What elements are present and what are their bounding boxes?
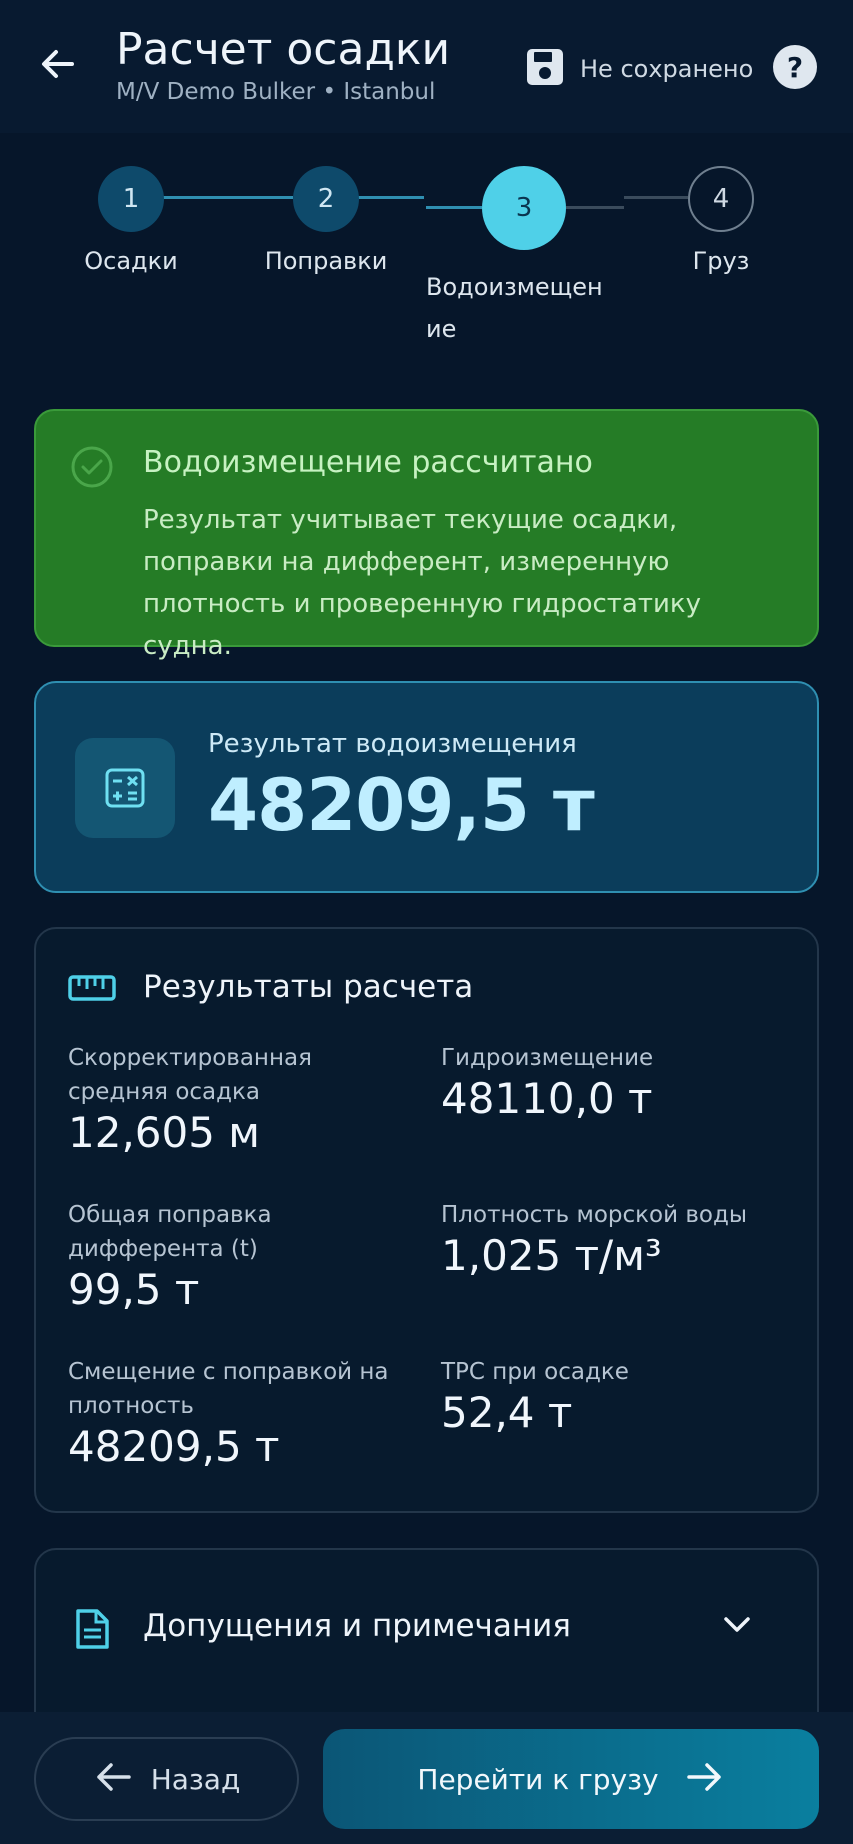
metric-label: TPC при осадке	[441, 1359, 629, 1385]
back-button-label: Назад	[150, 1762, 241, 1796]
back-button[interactable]: Назад	[34, 1737, 299, 1821]
displacement-result-card: Результат водоизмещения 48209,5 т	[34, 681, 819, 893]
step-connector	[566, 206, 624, 209]
metric-tpc: TPC при осадке 52,4 т	[441, 1355, 781, 1437]
metric-value: 99,5 т	[68, 1265, 200, 1314]
metric-label: Гидроизмещение	[441, 1045, 654, 1071]
step-connector	[426, 206, 482, 209]
step-2-circle[interactable]: 2	[293, 166, 359, 232]
metric-value: 48209,5 т	[68, 1422, 280, 1471]
calc-title: Результаты расчета	[143, 969, 474, 1005]
ruler-icon	[68, 973, 116, 1007]
step-connector	[163, 196, 293, 199]
app-header: Расчет осадки M/V Demo Bulker • Istanbul…	[0, 0, 853, 133]
step-3-label: Водоизмещен ие	[426, 273, 603, 343]
step-connector	[624, 196, 688, 199]
bottom-action-bar: Назад Перейти к грузу	[0, 1712, 853, 1844]
floppy-disk-icon	[524, 46, 566, 92]
metric-hydro-displacement: Гидроизмещение 48110,0 т	[441, 1041, 781, 1123]
back-icon[interactable]	[34, 40, 82, 88]
metric-label: Общая поправка дифферента (t)	[68, 1202, 272, 1262]
banner-text: Результат учитывает текущие осадки, попр…	[143, 505, 701, 661]
metric-value: 1,025 т/м³	[441, 1231, 662, 1280]
step-4-label: Груз	[692, 247, 750, 275]
step-4-circle[interactable]: 4	[688, 166, 754, 232]
metric-corrected-mean-draft: Скорректированная средняя осадка 12,605 …	[68, 1041, 408, 1157]
page-subtitle: M/V Demo Bulker • Istanbul	[116, 79, 436, 105]
check-circle-icon	[70, 445, 114, 493]
notes-title: Допущения и примечания	[143, 1608, 571, 1644]
next-cargo-button[interactable]: Перейти к грузу	[323, 1729, 819, 1829]
metric-value: 12,605 м	[68, 1108, 260, 1157]
metric-value: 48110,0 т	[441, 1074, 653, 1123]
arrow-right-icon	[685, 1761, 725, 1797]
calculator-icon	[75, 738, 175, 838]
arrow-left-icon	[93, 1761, 133, 1797]
page-title: Расчет осадки	[116, 24, 451, 75]
metric-label: Плотность морской воды	[441, 1202, 748, 1228]
step-1-label: Осадки	[84, 247, 178, 275]
metric-label: Смещение с поправкой на плотность	[68, 1359, 389, 1419]
step-3-circle[interactable]: 3	[482, 166, 566, 250]
document-icon	[74, 1608, 110, 1654]
metric-seawater-density: Плотность морской воды 1,025 т/м³	[441, 1198, 781, 1280]
banner-title: Водоизмещение рассчитано	[143, 445, 593, 480]
svg-text:?: ?	[787, 51, 803, 84]
result-value: 48209,5 т	[208, 763, 595, 847]
step-2-label: Поправки	[264, 247, 388, 275]
result-label: Результат водоизмещения	[208, 729, 577, 759]
help-circle-icon[interactable]: ?	[772, 44, 818, 90]
save-status[interactable]: Не сохранено	[524, 46, 753, 92]
calculation-results-card: Результаты расчета Скорректированная сре…	[34, 927, 819, 1513]
next-button-label: Перейти к грузу	[417, 1762, 659, 1796]
success-banner: Водоизмещение рассчитано Результат учиты…	[34, 409, 819, 661]
chevron-down-icon[interactable]	[722, 1614, 752, 1638]
metric-label: Скорректированная средняя осадка	[68, 1045, 312, 1105]
metric-trim-correction: Общая поправка дифферента (t) 99,5 т	[68, 1198, 408, 1314]
save-status-label: Не сохранено	[580, 55, 754, 83]
progress-stepper: 1 2 3 4 Осадки Поправки Водоизмещен ие Г…	[0, 133, 853, 363]
step-1-circle[interactable]: 1	[98, 166, 164, 232]
metric-value: 52,4 т	[441, 1388, 573, 1437]
metric-density-corrected-displacement: Смещение с поправкой на плотность 48209,…	[68, 1355, 408, 1471]
step-connector	[358, 196, 424, 199]
